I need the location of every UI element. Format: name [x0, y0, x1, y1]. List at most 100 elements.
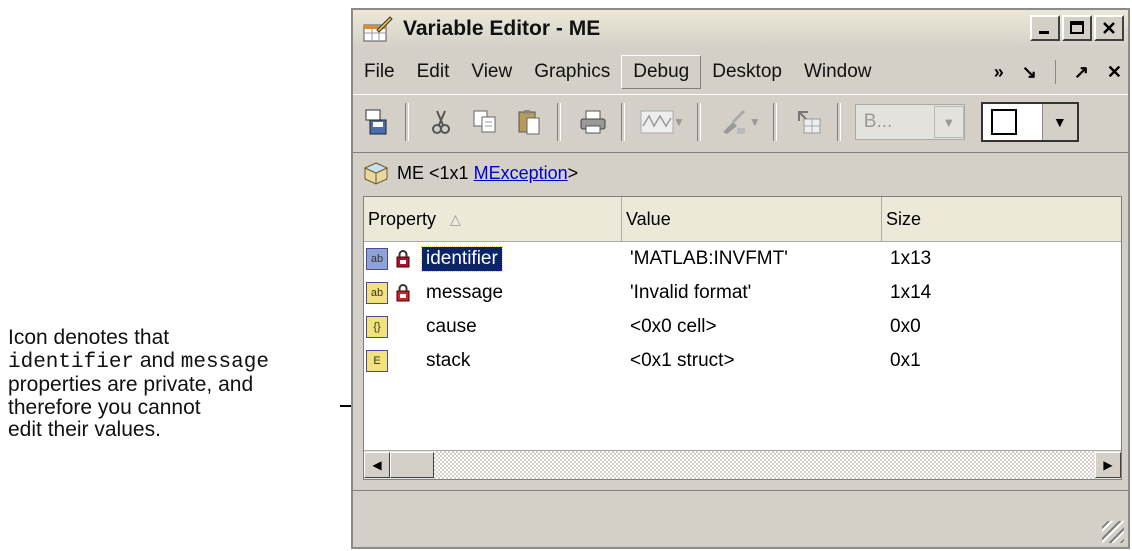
- print-icon[interactable]: [573, 102, 613, 142]
- property-name[interactable]: identifier: [421, 246, 503, 272]
- callout-line-2: identifier and message: [8, 348, 344, 375]
- brush-icon[interactable]: [713, 102, 753, 142]
- toolbar-separator: [557, 103, 561, 141]
- property-cell: {} cause: [364, 315, 622, 339]
- callout-and: and: [134, 348, 181, 372]
- resize-grip-icon[interactable]: [1102, 521, 1124, 543]
- variable-suffix: >: [567, 162, 579, 183]
- callout-code-message: message: [180, 350, 269, 374]
- variable-breadcrumb: ME <1x1 MException >: [353, 152, 1128, 193]
- object-icon: [363, 161, 389, 185]
- menu-view[interactable]: View: [460, 56, 523, 88]
- lock-icon: [396, 250, 410, 268]
- size-cell: 1x13: [890, 248, 932, 269]
- value-cell[interactable]: 'Invalid format': [622, 282, 882, 304]
- scroll-track[interactable]: [434, 451, 1095, 479]
- menu-divider: [1054, 60, 1056, 84]
- plot-icon[interactable]: [637, 102, 677, 142]
- menu-window[interactable]: Window: [793, 56, 883, 88]
- import-data-icon[interactable]: [357, 102, 397, 142]
- struct-type-icon: E: [366, 350, 388, 372]
- callout-line-5: edit their values.: [8, 418, 161, 441]
- size-cell: 0x1: [890, 350, 921, 371]
- class-link[interactable]: MException: [474, 163, 568, 184]
- property-grid: Property △ Value Size ab identifier 'MAT…: [363, 196, 1122, 480]
- menu-edit[interactable]: Edit: [406, 56, 461, 88]
- table-row[interactable]: E stack <0x1 struct> 0x1: [364, 344, 1121, 378]
- property-name[interactable]: message: [422, 281, 507, 305]
- menu-desktop[interactable]: Desktop: [701, 56, 793, 88]
- menu-graphics[interactable]: Graphics: [523, 56, 621, 88]
- chevron-down-icon[interactable]: ▼: [933, 106, 964, 138]
- size-cell: 0x0: [890, 316, 921, 337]
- window-controls: [1030, 15, 1124, 41]
- plot-dropdown-icon[interactable]: ▼: [673, 115, 685, 129]
- base-combo[interactable]: B... ▼: [854, 104, 965, 140]
- property-name[interactable]: cause: [422, 315, 481, 339]
- toolbar-separator: [621, 103, 625, 141]
- char-type-icon: ab: [366, 248, 388, 270]
- toolbar-separator: [836, 103, 841, 141]
- base-combo-value: B...: [863, 111, 893, 132]
- size-cell: 1x14: [890, 282, 932, 303]
- sort-ascending-icon: △: [450, 210, 461, 227]
- toolbar-separator: [405, 103, 409, 141]
- layout-square-icon: [990, 109, 1017, 135]
- table-row[interactable]: ab message 'Invalid format' 1x14: [364, 276, 1121, 310]
- toolbar-separator: [772, 103, 777, 141]
- dock-icon[interactable]: ↗: [1074, 62, 1089, 83]
- paste-icon[interactable]: [509, 102, 549, 142]
- undock-icon[interactable]: ↘: [1022, 62, 1037, 83]
- grid-header: Property △ Value Size: [364, 197, 1121, 242]
- menu-debug[interactable]: Debug: [621, 55, 702, 89]
- menu-right-controls: » ↘ ↗ ✕: [994, 52, 1122, 92]
- callout-line-1: Icon denotes that: [8, 326, 170, 349]
- callout-annotation: Icon denotes that identifier and message…: [8, 326, 344, 442]
- status-bar: [353, 490, 1128, 547]
- close-panel-icon[interactable]: ✕: [1107, 62, 1122, 83]
- value-cell[interactable]: 'MATLAB:INVFMT': [622, 248, 882, 270]
- title-bar[interactable]: Variable Editor - ME: [353, 10, 1128, 48]
- maximize-icon[interactable]: [1062, 15, 1092, 41]
- property-name[interactable]: stack: [422, 349, 474, 373]
- layout-selector[interactable]: ▼: [980, 102, 1079, 142]
- menu-bar: File Edit View Graphics Debug Desktop Wi…: [353, 52, 1128, 92]
- close-icon[interactable]: [1094, 15, 1124, 41]
- column-header-size[interactable]: Size: [882, 197, 1121, 241]
- callout-code-identifier: identifier: [8, 350, 135, 374]
- menu-overflow-icon[interactable]: »: [994, 62, 1004, 83]
- property-cell: ab message: [364, 281, 622, 305]
- brush-dropdown-icon[interactable]: ▼: [749, 115, 761, 129]
- menu-file[interactable]: File: [353, 56, 406, 88]
- scroll-right-icon[interactable]: ▶: [1095, 452, 1121, 478]
- column-header-property-label: Property: [368, 208, 437, 229]
- minimize-icon[interactable]: [1030, 15, 1060, 41]
- parent-icon[interactable]: [789, 102, 829, 142]
- chevron-down-icon[interactable]: ▼: [1041, 104, 1077, 140]
- value-cell[interactable]: <0x1 struct>: [622, 350, 882, 372]
- column-header-property[interactable]: Property △: [364, 197, 622, 241]
- scroll-left-icon[interactable]: ◀: [364, 452, 390, 478]
- column-header-value[interactable]: Value: [622, 197, 882, 241]
- window-title: Variable Editor - ME: [403, 17, 601, 40]
- cut-icon[interactable]: [421, 102, 461, 142]
- callout-line-3: properties are private, and: [8, 373, 254, 396]
- table-row[interactable]: {} cause <0x0 cell> 0x0: [364, 310, 1121, 344]
- char-type-icon: ab: [366, 282, 388, 304]
- horizontal-scrollbar[interactable]: ◀ ▶: [364, 450, 1121, 479]
- toolbar-separator: [696, 103, 701, 141]
- property-cell: ab identifier: [364, 246, 622, 272]
- toolbar: ▼ ▼ B... ▼ ▼: [353, 94, 1128, 149]
- callout-line-4: therefore you cannot: [8, 395, 201, 419]
- property-cell: E stack: [364, 349, 622, 373]
- cell-type-icon: {}: [366, 316, 388, 338]
- column-header-value-label: Value: [626, 208, 671, 229]
- value-cell[interactable]: <0x0 cell>: [622, 316, 882, 338]
- column-header-size-label: Size: [886, 208, 922, 229]
- variable-size: <1x1: [429, 162, 469, 183]
- variable-editor-icon: [363, 16, 393, 42]
- scroll-thumb[interactable]: [390, 452, 434, 478]
- table-row[interactable]: ab identifier 'MATLAB:INVFMT' 1x13: [364, 242, 1121, 276]
- copy-icon[interactable]: [465, 102, 505, 142]
- variable-name: ME: [397, 162, 424, 183]
